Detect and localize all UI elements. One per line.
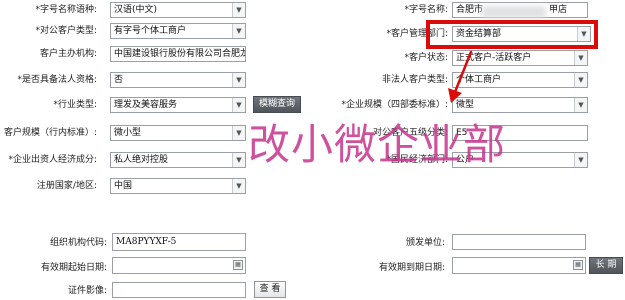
enterprise-scale-select[interactable]: 微型 ▼ [452, 97, 588, 113]
chevron-down-icon: ▼ [574, 153, 587, 167]
long-term-button[interactable]: 长 期 [589, 257, 623, 274]
country-value: 中国 [114, 181, 133, 191]
main-institution-value: 中国建设银行股份有限公司合肥龙 [114, 49, 246, 59]
non-legal-type-select[interactable]: 个体工商户 ▼ [452, 72, 588, 88]
valid-end-field[interactable]: ▦ [452, 257, 586, 274]
annotation-text: 改小微企业部 [248, 120, 507, 169]
org-code-label: 组织机构代码: [49, 238, 107, 248]
country-label: 注册国家/地区: [36, 181, 97, 191]
view-button[interactable]: 查 看 [254, 281, 286, 298]
enterprise-scale-value: 微型 [456, 100, 475, 110]
enterprise-scale-label: *企业规模（四部委标准）: [341, 100, 448, 110]
cert-image-field[interactable] [112, 282, 246, 298]
issuing-unit-label: 颁发单位: [405, 238, 445, 248]
name-value-left: 合肥市 [456, 5, 484, 15]
name-label: *字号名称: [404, 5, 448, 15]
status-value: 正式客户-活跃客户 [456, 53, 532, 63]
language-select[interactable]: 汉语(中文) ▼ [110, 2, 246, 18]
investor-economy-value: 私人绝对控股 [114, 155, 169, 165]
valid-start-label: 有效期起始日期: [40, 263, 107, 273]
issuing-unit-field[interactable] [452, 234, 586, 250]
name-value-right: 甲店 [549, 5, 568, 15]
customer-type-select[interactable]: 有字号个体工商户 ▼ [110, 23, 246, 39]
status-label: *客户状态: [404, 53, 448, 63]
non-legal-type-value: 个体工商户 [456, 75, 502, 85]
legal-qualification-value: 否 [114, 75, 124, 85]
chevron-down-icon: ▼ [232, 98, 245, 112]
chevron-down-icon: ▼ [574, 73, 587, 87]
annotation-red-box [426, 20, 598, 49]
chevron-down-icon: ▼ [232, 24, 245, 38]
legal-qualification-label: *是否具备法人资格: [17, 75, 97, 85]
chevron-down-icon: ▼ [574, 98, 587, 112]
chevron-down-icon: ▼ [232, 73, 245, 87]
language-label: *字号名称语种: [35, 5, 97, 15]
language-value: 汉语(中文) [114, 5, 158, 15]
valid-start-field[interactable]: ▦ [112, 257, 246, 274]
calendar-icon[interactable]: ▦ [233, 260, 243, 270]
investor-economy-select[interactable]: 私人绝对控股 ▼ [110, 152, 246, 168]
chevron-down-icon: ▼ [232, 153, 245, 167]
industry-select[interactable]: 理发及美容服务 ▼ [110, 97, 246, 113]
customer-scale-select[interactable]: 微小型 ▼ [110, 125, 246, 141]
redaction-blur [482, 6, 546, 18]
industry-value: 理发及美容服务 [114, 100, 178, 110]
country-select[interactable]: 中国 ▼ [110, 178, 246, 194]
chevron-down-icon: ▼ [232, 3, 245, 17]
industry-label: *行业类型: [53, 100, 97, 110]
customer-scale-value: 微小型 [114, 128, 142, 138]
customer-type-value: 有字号个体工商户 [114, 26, 187, 36]
org-code-field[interactable]: MA8PYYXF-5 [112, 233, 246, 251]
calendar-icon[interactable]: ▦ [573, 260, 583, 270]
customer-type-label: *对公客户类型: [35, 26, 97, 36]
main-institution-field[interactable]: 中国建设银行股份有限公司合肥龙 [110, 46, 246, 62]
non-legal-type-label: 非法人客户类型: [381, 75, 448, 85]
cert-image-label: 证件影像: [67, 286, 107, 296]
fuzzy-query-button[interactable]: 模糊查询 [253, 96, 301, 113]
org-code-value: MA8PYYXF-5 [116, 237, 177, 247]
main-institution-label: 客户主办机构: [39, 49, 97, 59]
chevron-down-icon: ▼ [574, 51, 587, 65]
chevron-down-icon: ▼ [232, 126, 245, 140]
legal-qualification-select[interactable]: 否 ▼ [110, 72, 246, 88]
customer-scale-label: 客户规模（行内标准）: [3, 128, 97, 138]
investor-economy-label: *企业出资人经济成分: [8, 155, 97, 165]
valid-end-label: 有效期到期日期: [378, 263, 445, 273]
status-select[interactable]: 正式客户-活跃客户 ▼ [452, 50, 588, 66]
chevron-down-icon: ▼ [232, 179, 245, 193]
